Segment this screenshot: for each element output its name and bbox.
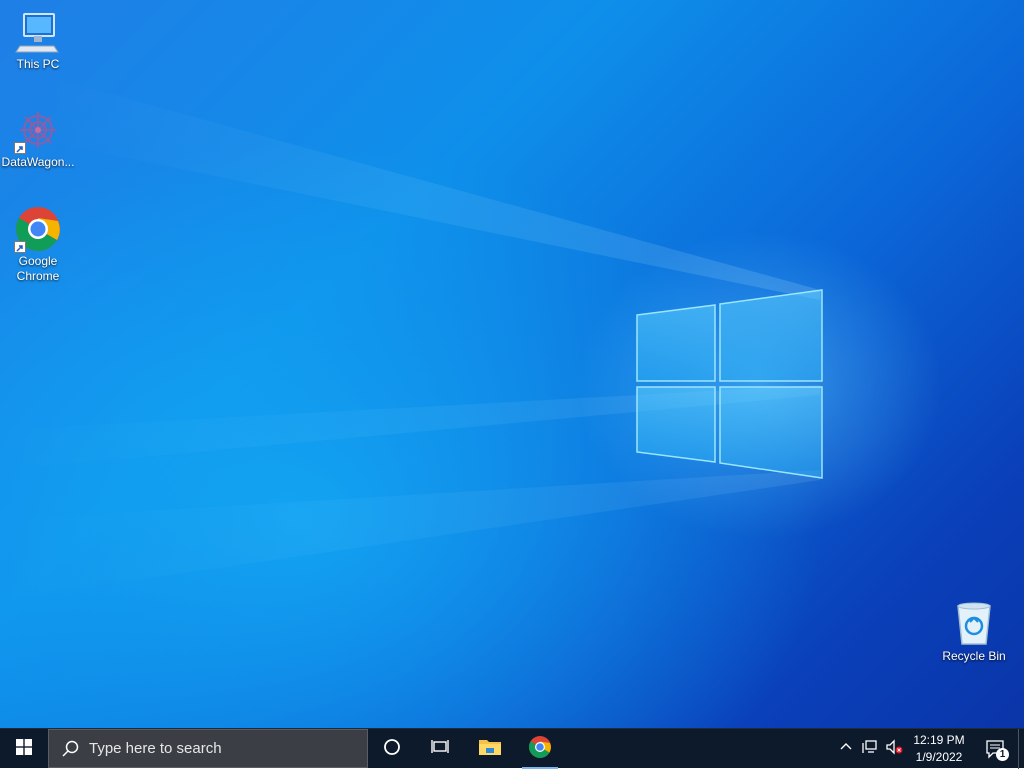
folder-icon [478,737,502,762]
clock-time: 12:19 PM [913,733,965,747]
computer-icon [14,8,62,56]
chrome-icon [14,205,62,253]
desktop[interactable]: This PC DataWagon... Google Chrome Recyc… [0,0,1024,728]
desktop-icon-label: Recycle Bin [942,649,1006,663]
show-hidden-icons-button[interactable] [834,729,858,769]
action-center-button[interactable]: 1 [976,729,1016,769]
shortcut-arrow-icon [14,241,26,253]
windows-logo-icon [16,738,32,760]
notification-count-badge: 1 [996,748,1009,761]
taskbar-file-explorer[interactable] [466,729,514,769]
action-center-icon: 1 [985,739,1009,761]
task-view-icon [431,738,449,761]
cortana-button[interactable] [368,729,416,769]
volume-button[interactable] [882,729,906,769]
desktop-icon-label: DataWagon... [1,155,75,169]
desktop-icon-google-chrome[interactable]: Google Chrome [0,205,76,284]
start-button[interactable] [0,729,48,769]
clock[interactable]: 12:19 PM 1/9/2022 [906,729,972,769]
shortcut-arrow-icon [14,142,26,154]
wallpaper-windows-logo [0,80,823,600]
search-icon [61,740,79,758]
desktop-icon-label: This PC [16,57,60,71]
desktop-icon-label-line2: Chrome [16,269,60,283]
clock-date: 1/9/2022 [915,750,963,764]
network-icon [862,739,878,760]
desktop-icon-label-line1: Google [18,254,58,268]
search-placeholder: Type here to search [89,740,222,757]
chevron-up-icon [840,740,852,758]
taskbar-google-chrome[interactable] [516,729,564,769]
task-view-button[interactable] [416,729,464,769]
cortana-circle-icon [383,738,401,761]
volume-muted-icon [885,738,903,760]
network-button[interactable] [858,729,882,769]
desktop-icon-recycle-bin[interactable]: Recycle Bin [936,600,1012,664]
desktop-icon-this-pc[interactable]: This PC [0,8,76,72]
show-desktop-button[interactable] [1018,729,1024,769]
taskbar: Type here to search 12:19 PM 1/9/2022 1 [0,728,1024,769]
chrome-icon [528,735,552,764]
search-input[interactable]: Type here to search [48,729,368,768]
datawagon-app-icon [14,106,62,154]
recycle-bin-icon [950,600,998,648]
desktop-icon-datawagon[interactable]: DataWagon... [0,106,76,170]
